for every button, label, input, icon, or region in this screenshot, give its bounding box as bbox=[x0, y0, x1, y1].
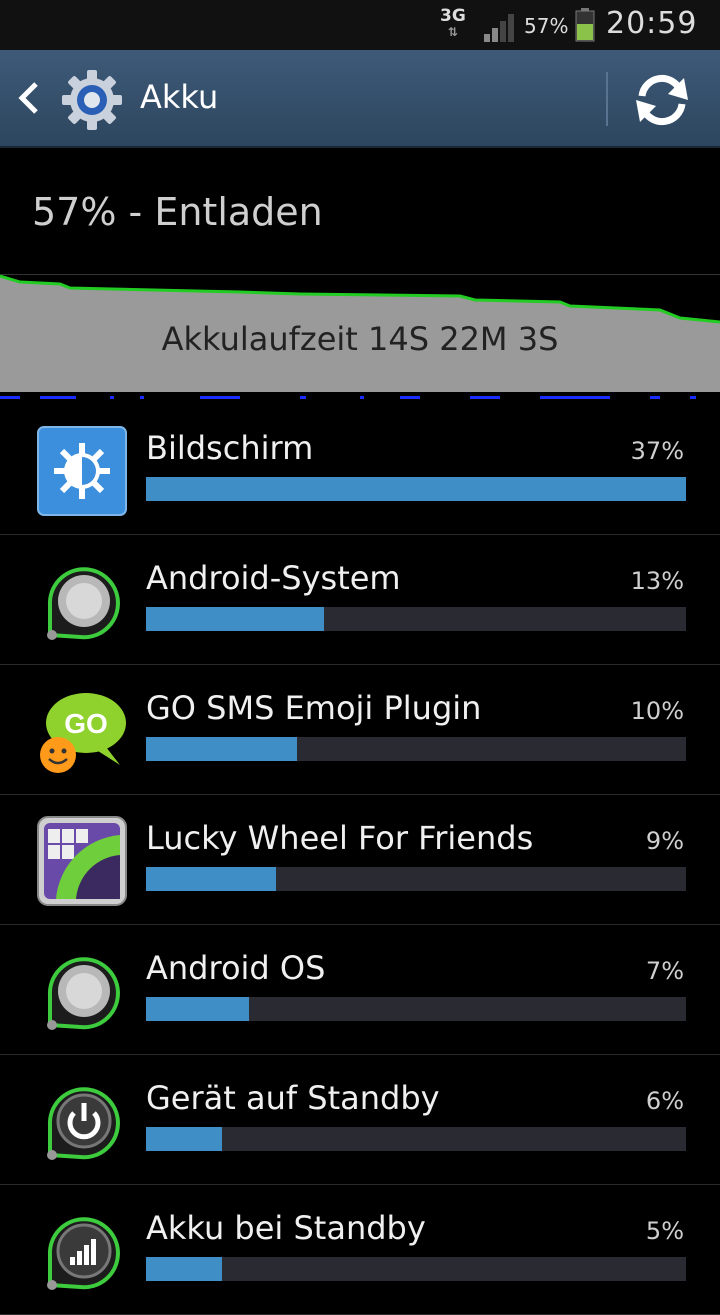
clock: 20:59 bbox=[606, 6, 698, 41]
list-item[interactable]: Android-System 13% bbox=[0, 535, 720, 665]
list-item[interactable]: Android OS 7% bbox=[0, 925, 720, 1055]
app-name: GO SMS Emoji Plugin bbox=[146, 689, 482, 727]
app-name: Bildschirm bbox=[146, 429, 314, 467]
action-bar: Akku bbox=[0, 50, 720, 148]
usage-bar bbox=[146, 737, 686, 761]
usage-percent: 10% bbox=[630, 697, 684, 725]
page-title: Akku bbox=[140, 78, 219, 116]
go-sms-emoji-icon: GO bbox=[40, 693, 126, 773]
status-bar: 3G ⇅ 57% 20:59 bbox=[0, 0, 720, 50]
app-name: Gerät auf Standby bbox=[146, 1079, 440, 1117]
usage-bar bbox=[146, 997, 686, 1021]
usage-bar bbox=[146, 867, 686, 891]
refresh-icon[interactable] bbox=[632, 70, 692, 130]
usage-bar bbox=[146, 477, 686, 501]
usage-percent: 5% bbox=[645, 1217, 684, 1245]
app-name: Android OS bbox=[146, 949, 326, 987]
usage-bar-fill bbox=[146, 477, 686, 501]
usage-percent: 6% bbox=[645, 1087, 684, 1115]
usage-percent: 37% bbox=[630, 437, 684, 465]
usage-bar bbox=[146, 607, 686, 631]
usage-bar-fill bbox=[146, 867, 276, 891]
usage-bar bbox=[146, 1127, 686, 1151]
battery-usage-list: Bildschirm 37% Android-System 13% GO GO … bbox=[0, 405, 720, 1315]
usage-percent: 7% bbox=[645, 957, 684, 985]
usage-bar-fill bbox=[146, 607, 325, 631]
android-system-icon bbox=[47, 567, 120, 640]
lucky-wheel-icon bbox=[37, 816, 127, 906]
standby-power-icon bbox=[47, 1087, 120, 1160]
battery-runtime-label: Akkulaufzeit 14S 22M 3S bbox=[161, 320, 559, 358]
list-item[interactable]: Lucky Wheel For Friends 9% bbox=[0, 795, 720, 925]
list-item[interactable]: Gerät auf Standby 6% bbox=[0, 1055, 720, 1185]
settings-gear-icon bbox=[62, 70, 122, 130]
display-brightness-icon bbox=[37, 426, 127, 516]
action-bar-divider bbox=[606, 72, 608, 126]
usage-bar-fill bbox=[146, 997, 249, 1021]
signal-strength-icon bbox=[484, 14, 514, 42]
list-item[interactable]: Bildschirm 37% bbox=[0, 405, 720, 535]
battery-status-text: 57% - Entladen bbox=[32, 190, 323, 234]
list-item[interactable]: Akku bei Standby 5% bbox=[0, 1185, 720, 1315]
battery-icon bbox=[575, 8, 595, 42]
usage-bar-fill bbox=[146, 1257, 222, 1281]
app-name: Lucky Wheel For Friends bbox=[146, 819, 534, 857]
network-type-label: 3G bbox=[440, 6, 466, 26]
usage-percent: 13% bbox=[630, 567, 684, 595]
app-name: Android-System bbox=[146, 559, 401, 597]
usage-bar bbox=[146, 1257, 686, 1281]
list-item[interactable]: GO GO SMS Emoji Plugin 10% bbox=[0, 665, 720, 795]
usage-bar-fill bbox=[146, 1127, 222, 1151]
data-arrows-icon: ⇅ bbox=[447, 25, 458, 39]
app-name: Akku bei Standby bbox=[146, 1209, 426, 1247]
android-os-icon bbox=[47, 957, 120, 1030]
signal-bars-icon bbox=[47, 1217, 120, 1290]
battery-percent: 57% bbox=[524, 14, 569, 38]
usage-percent: 9% bbox=[645, 827, 684, 855]
usage-bar-fill bbox=[146, 737, 298, 761]
svg-text:GO: GO bbox=[64, 708, 108, 739]
chevron-left-icon[interactable] bbox=[14, 76, 44, 120]
network-indicator: 3G ⇅ bbox=[440, 8, 466, 40]
